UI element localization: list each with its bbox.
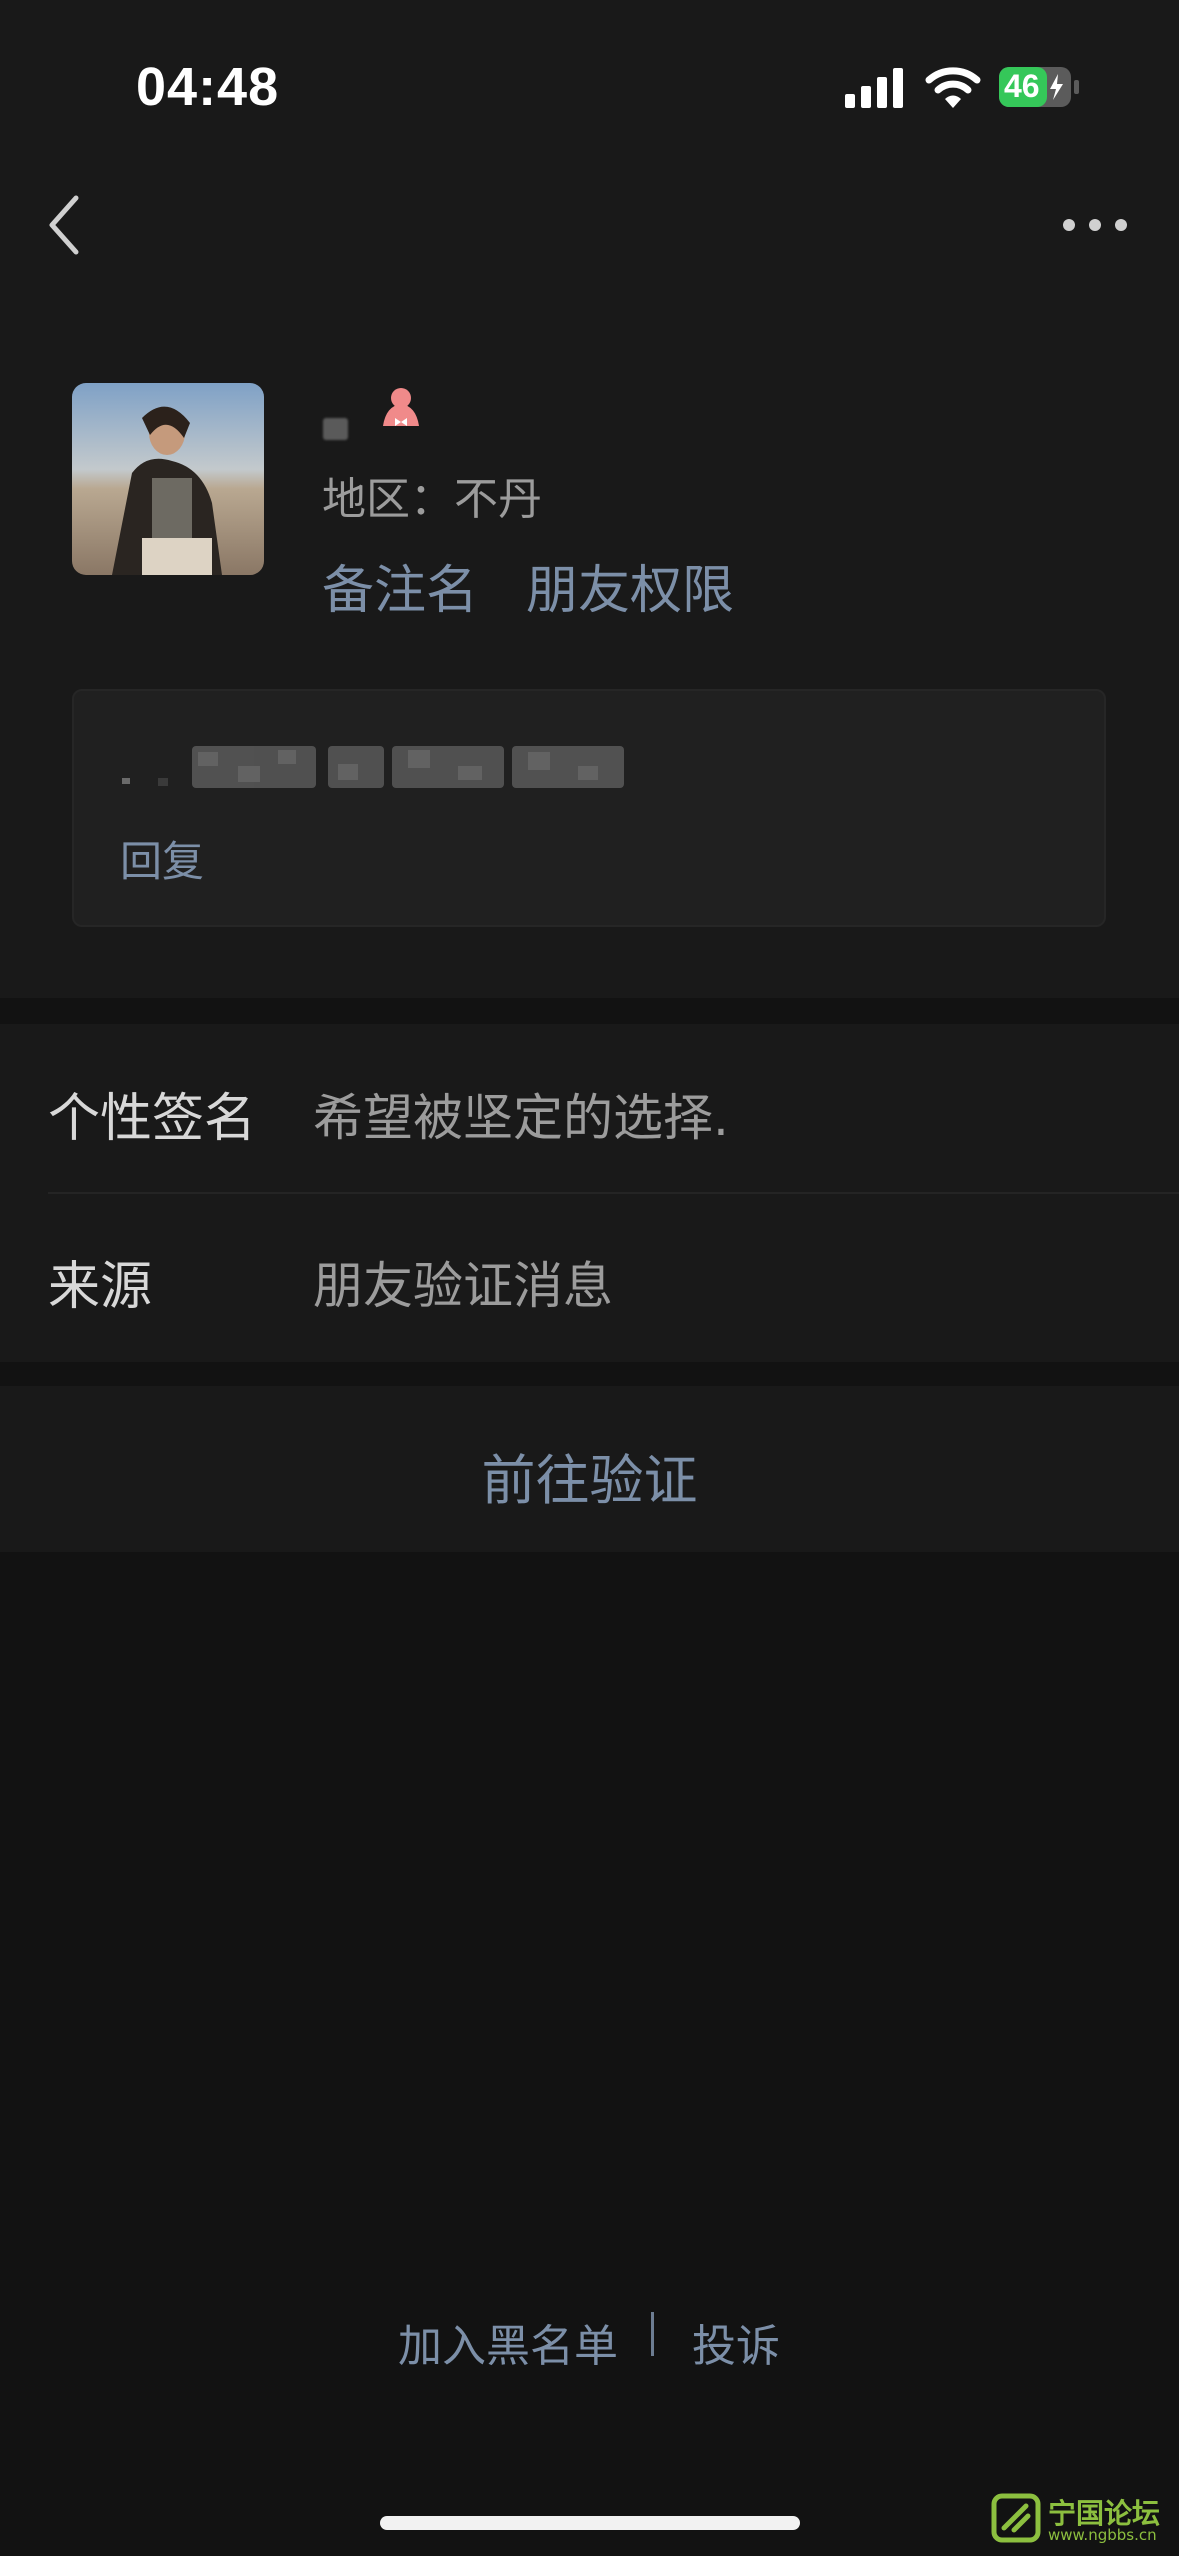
remark-name-link[interactable]: 备注名: [322, 548, 478, 623]
source-label: 来源: [48, 1257, 153, 1317]
female-gender-icon: [383, 388, 419, 426]
forum-logo-icon: [991, 2493, 1041, 2543]
signature-value: 希望被坚定的选择.: [313, 1089, 729, 1147]
add-to-blacklist-link[interactable]: 加入黑名单: [398, 2310, 618, 2374]
signature-label: 个性签名: [48, 1089, 257, 1149]
verify-button-label[interactable]: 前往验证: [0, 1436, 1179, 1515]
back-arrow-icon[interactable]: [40, 190, 90, 260]
region-value: 不丹: [454, 474, 542, 525]
nickname-redacted: [323, 418, 348, 440]
footer-separator: [651, 2312, 654, 2356]
battery-level: 46: [1004, 68, 1040, 104]
forum-watermark: 宁国论坛 www.ngbbs.cn: [990, 2492, 1160, 2544]
source-value: 朋友验证消息: [313, 1257, 613, 1315]
watermark-url: www.ngbbs.cn: [1048, 2526, 1157, 2544]
wifi-icon: [925, 67, 981, 108]
region-label: 地区：: [322, 474, 454, 525]
region-text: 地区：不丹: [322, 463, 542, 527]
cellular-signal-icon: [845, 68, 903, 108]
home-indicator[interactable]: [380, 2516, 800, 2530]
reply-link[interactable]: 回复: [120, 828, 204, 889]
avatar[interactable]: [72, 383, 264, 575]
status-time: 04:48: [136, 57, 280, 117]
report-link[interactable]: 投诉: [692, 2310, 780, 2374]
more-options-icon[interactable]: [1060, 210, 1130, 240]
verification-message-card: [72, 689, 1106, 927]
battery-icon: 46: [998, 66, 1080, 108]
row-divider: [48, 1192, 1179, 1194]
message-text-redacted: [122, 746, 624, 788]
friend-permission-link[interactable]: 朋友权限: [526, 548, 734, 623]
